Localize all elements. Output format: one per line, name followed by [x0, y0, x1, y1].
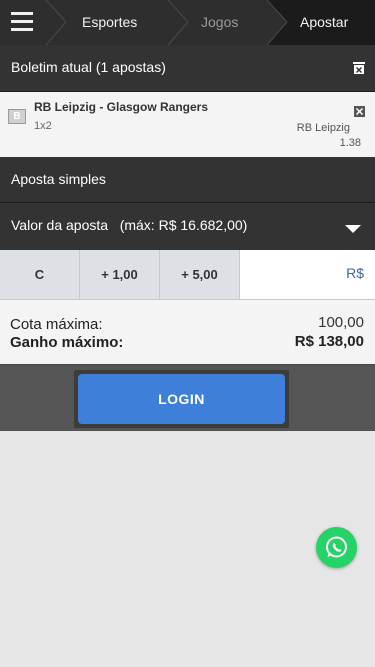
chevron-separator-icon [167, 0, 189, 45]
login-bar: LOGIN [0, 364, 375, 431]
login-button[interactable]: LOGIN [78, 374, 285, 424]
bet-selection: RB Leipzig [296, 122, 350, 134]
stake-input[interactable]: R$ [240, 250, 375, 300]
clear-slip-icon[interactable] [353, 62, 365, 74]
top-navigation: Esportes Jogos Apostar [0, 0, 375, 45]
stake-controls: C + 1,00 + 5,00 R$ [0, 250, 375, 300]
remove-bet-icon[interactable] [354, 106, 365, 117]
stake-dropdown[interactable]: Valor da aposta (máx: R$ 16.682,00) [0, 203, 375, 250]
ganho-maximo-label: Ganho máximo: [10, 334, 124, 351]
bet-type-label: Aposta simples [11, 171, 106, 187]
menu-icon[interactable] [11, 12, 33, 32]
sport-badge: B [8, 109, 26, 124]
caret-down-icon [345, 225, 361, 233]
login-button-frame: LOGIN [74, 370, 289, 428]
currency-prefix: R$ [346, 265, 364, 281]
whatsapp-button[interactable] [316, 527, 357, 568]
bet-summary: Cota máxima: 100,00 Ganho máximo: R$ 138… [0, 300, 375, 364]
bet-match: RB Leipzig - Glasgow Rangers [34, 100, 209, 114]
nav-item-jogos[interactable]: Jogos [201, 0, 238, 45]
whatsapp-icon [326, 536, 347, 558]
chevron-separator-icon [265, 0, 288, 45]
add-1-button[interactable]: + 1,00 [80, 250, 160, 300]
bet-type-header: Aposta simples [0, 157, 375, 203]
betslip-header: Boletim atual (1 apostas) [0, 45, 375, 92]
chevron-separator-icon [45, 0, 67, 45]
nav-item-esportes[interactable]: Esportes [82, 0, 137, 45]
clear-stake-button[interactable]: C [0, 250, 80, 300]
ganho-maximo-value: R$ 138,00 [294, 333, 364, 350]
stake-label: Valor da aposta (máx: R$ 16.682,00) [11, 217, 248, 233]
nav-item-apostar[interactable]: Apostar [300, 0, 348, 45]
bet-market: 1x2 [34, 120, 52, 132]
bet-item: B RB Leipzig - Glasgow Rangers 1x2 RB Le… [0, 92, 375, 157]
betslip-title: Boletim atual (1 apostas) [11, 59, 166, 75]
cota-maxima-value: 100,00 [318, 314, 364, 331]
add-5-button[interactable]: + 5,00 [160, 250, 240, 300]
bet-odd: 1.38 [339, 137, 361, 149]
cota-maxima-label: Cota máxima: [10, 316, 103, 333]
